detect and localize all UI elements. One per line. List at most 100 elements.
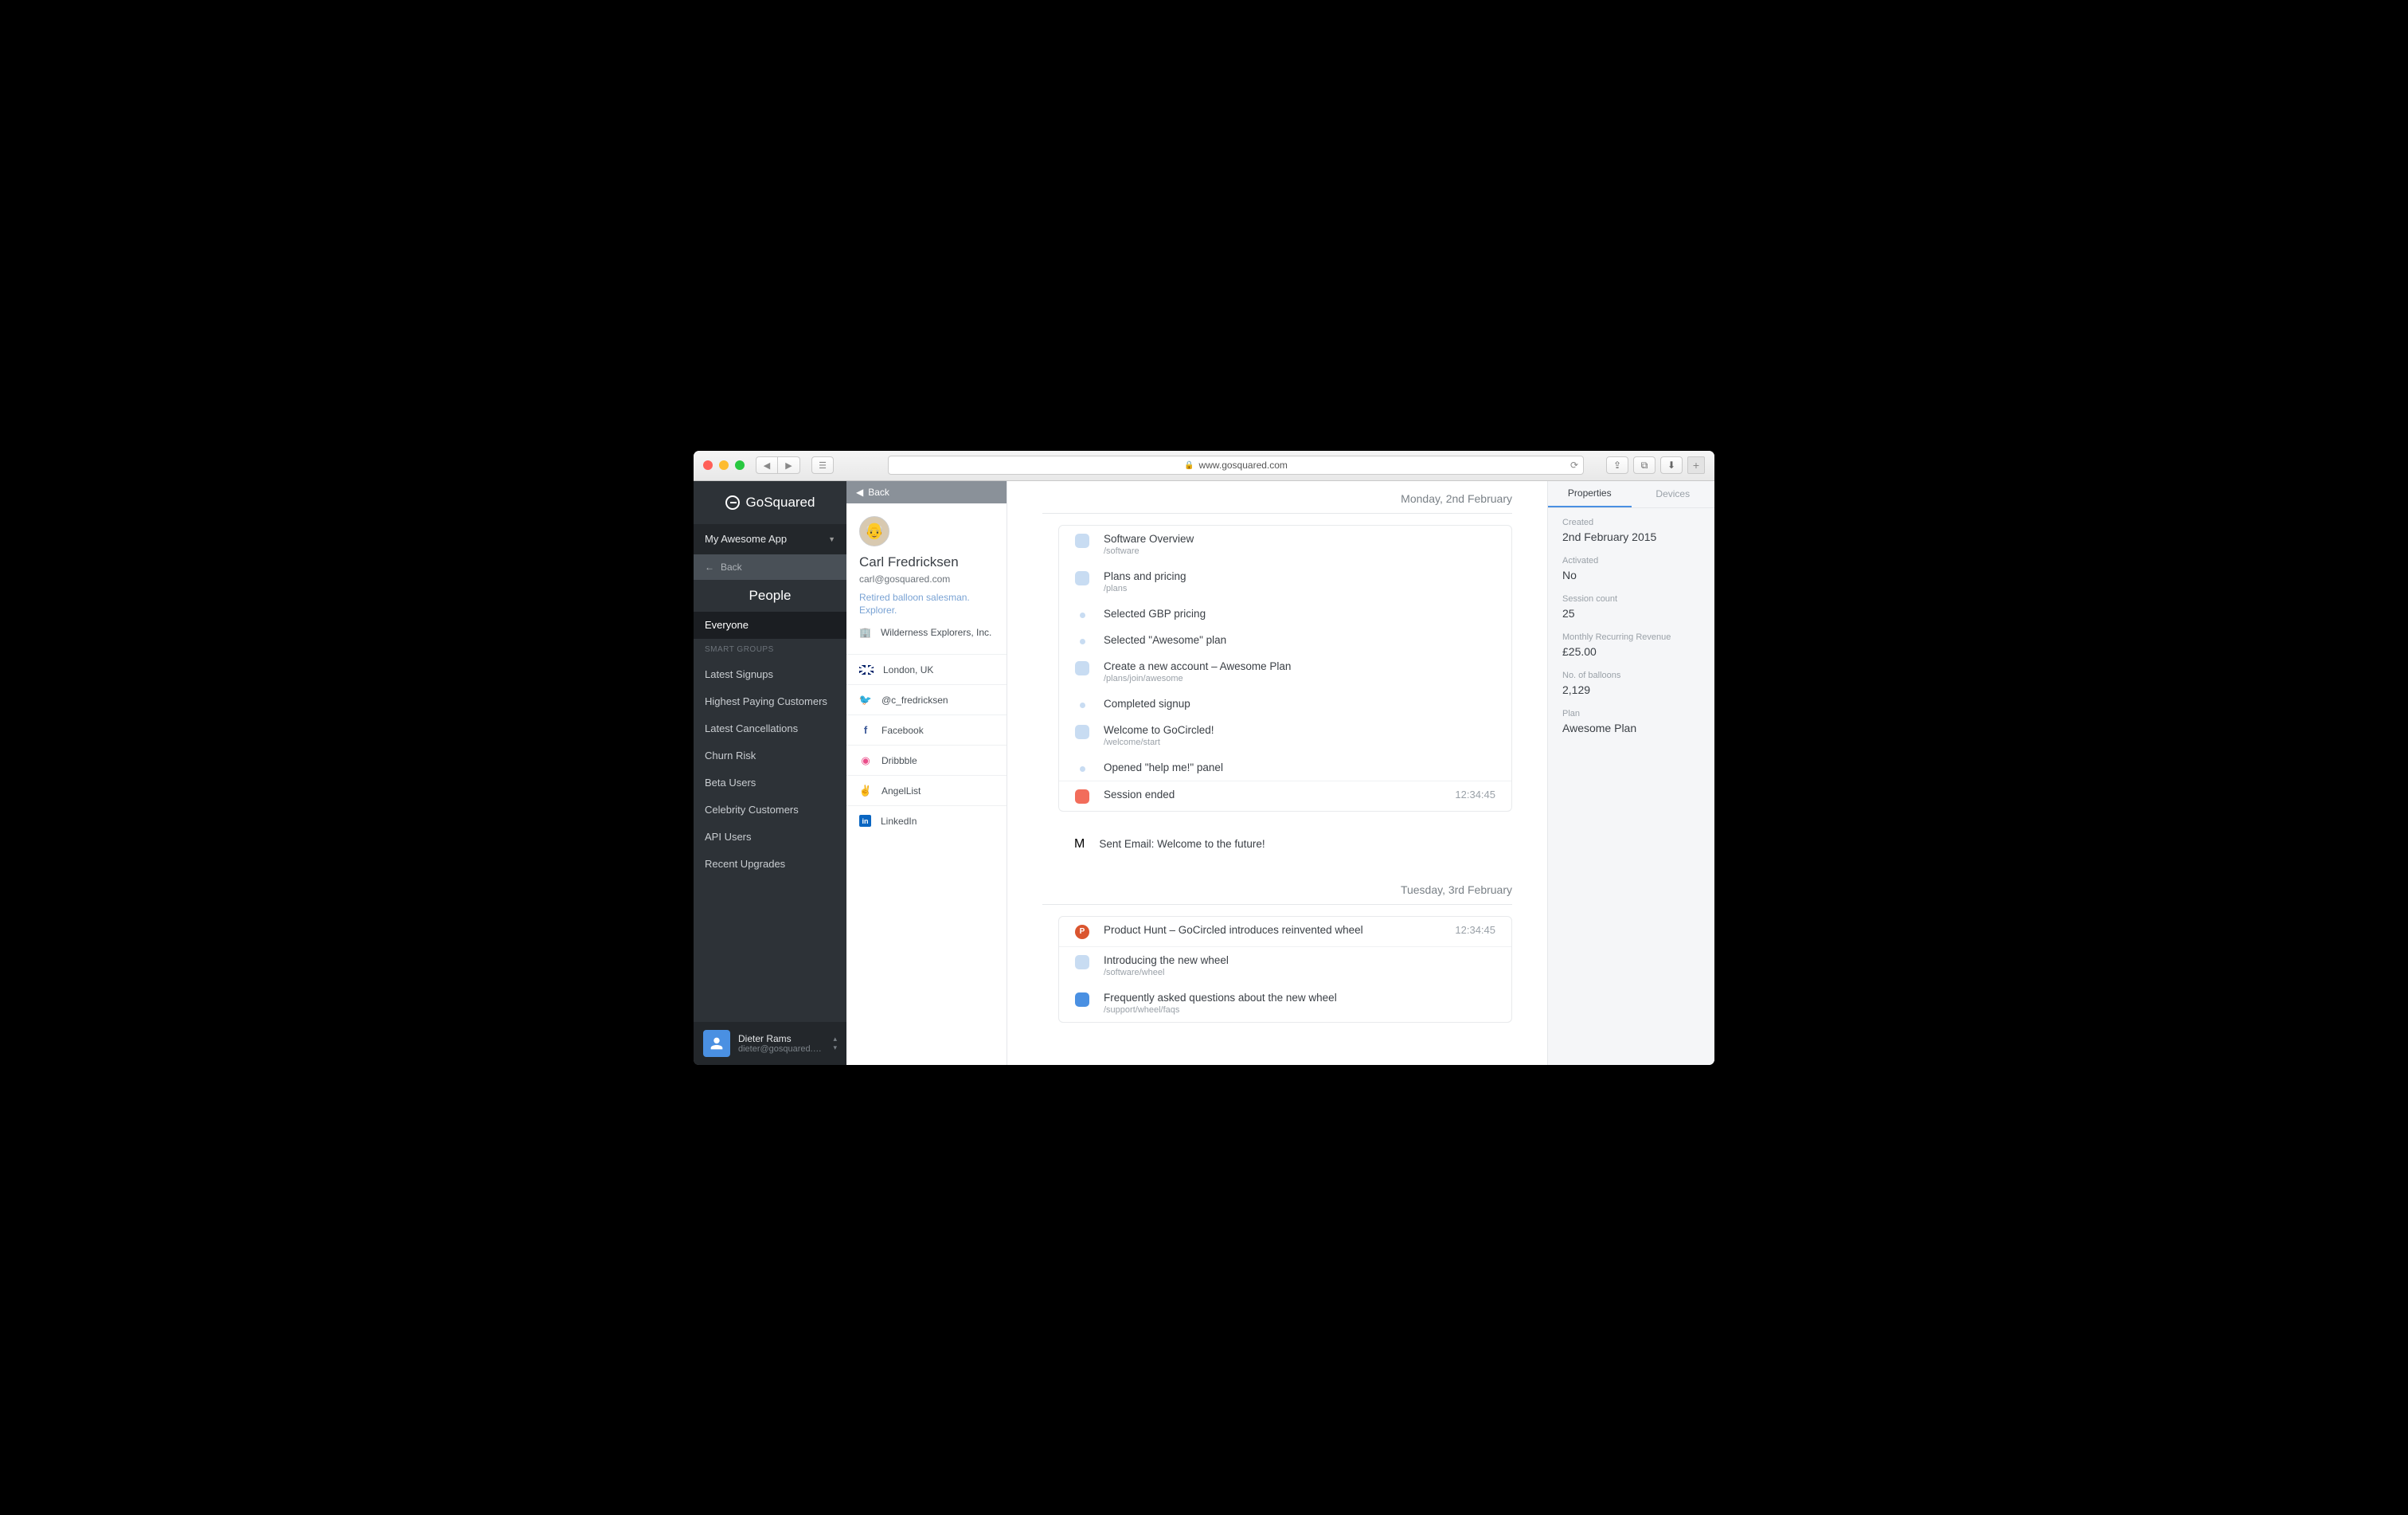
sidebar-back[interactable]: ← Back	[694, 554, 846, 580]
property-value: Awesome Plan	[1562, 722, 1700, 734]
profile-link-label: @c_fredricksen	[882, 695, 948, 706]
event-title: Software Overview	[1104, 533, 1495, 545]
profile-avatar: 👴	[859, 516, 889, 546]
event-title: Selected "Awesome" plan	[1104, 634, 1495, 646]
section-title: People	[694, 580, 846, 612]
url-bar[interactable]: 🔒 www.gosquared.com ⟳	[888, 456, 1584, 475]
timeline-event[interactable]: MSent Email: Welcome to the future!	[1042, 832, 1512, 856]
close-window-icon[interactable]	[703, 460, 713, 470]
current-user[interactable]: Dieter Rams dieter@gosquared.… ▴▾	[694, 1022, 846, 1065]
expand-icon: ▴▾	[833, 1035, 837, 1052]
timeline-event[interactable]: PProduct Hunt – GoCircled introduces rei…	[1059, 917, 1511, 946]
smart-groups-header: SMART GROUPS	[694, 639, 846, 661]
profile-link-label: Dribbble	[882, 755, 917, 766]
property-value: £25.00	[1562, 645, 1700, 658]
page-icon	[1075, 992, 1089, 1007]
arrow-left-icon: ←	[705, 562, 714, 573]
brand-icon	[725, 495, 740, 510]
event-path: /software	[1104, 546, 1495, 556]
timeline-event[interactable]: Opened "help me!" panel	[1059, 754, 1511, 781]
tab-devices[interactable]: Devices	[1632, 481, 1715, 507]
timeline-event[interactable]: Session ended 12:34:45	[1059, 781, 1511, 811]
timeline-event[interactable]: Frequently asked questions about the new…	[1059, 985, 1511, 1022]
maximize-window-icon[interactable]	[735, 460, 745, 470]
reload-icon[interactable]: ⟳	[1570, 460, 1578, 471]
browser-back-button[interactable]: ◀	[756, 456, 778, 474]
event-path: /support/wheel/faqs	[1104, 1005, 1495, 1015]
event-time: 12:34:45	[1455, 924, 1495, 936]
sidebar-item[interactable]: Celebrity Customers	[694, 797, 846, 824]
share-button[interactable]: ⇪	[1606, 456, 1628, 474]
event-title: Frequently asked questions about the new…	[1104, 992, 1495, 1004]
event-title: Plans and pricing	[1104, 570, 1495, 582]
timeline-event[interactable]: Plans and pricing/plans	[1059, 563, 1511, 601]
url-text: www.gosquared.com	[1199, 460, 1288, 471]
timeline-event[interactable]: Welcome to GoCircled!/welcome/start	[1059, 717, 1511, 754]
browser-forward-button[interactable]: ▶	[778, 456, 800, 474]
property-label: Monthly Recurring Revenue	[1562, 632, 1700, 642]
timeline-event[interactable]: Create a new account – Awesome Plan/plan…	[1059, 653, 1511, 691]
session-end-icon	[1075, 789, 1089, 804]
sidebar-item[interactable]: Churn Risk	[694, 742, 846, 769]
brand[interactable]: GoSquared	[694, 481, 846, 524]
event-dot-icon	[1080, 613, 1085, 618]
flag-uk-icon	[859, 665, 874, 675]
sidebar-item[interactable]: Everyone	[694, 612, 846, 639]
sidebar-item[interactable]: Latest Signups	[694, 661, 846, 688]
sidebar-item[interactable]: Recent Upgrades	[694, 851, 846, 878]
profile-link[interactable]: London, UK	[846, 654, 1007, 684]
profile-link[interactable]: 🐦@c_fredricksen	[846, 684, 1007, 714]
property-item: Monthly Recurring Revenue £25.00	[1548, 623, 1714, 661]
sidebar-item[interactable]: Highest Paying Customers	[694, 688, 846, 715]
lock-icon: 🔒	[1184, 461, 1194, 470]
property-value: 25	[1562, 607, 1700, 620]
timeline-date: Tuesday, 3rd February	[1042, 872, 1512, 905]
event-title: Welcome to GoCircled!	[1104, 724, 1495, 736]
profile-link[interactable]: ✌AngelList	[846, 775, 1007, 805]
property-item: Created 2nd February 2015	[1548, 508, 1714, 546]
traffic-lights	[703, 460, 745, 470]
timeline-event[interactable]: Selected "Awesome" plan	[1059, 627, 1511, 653]
property-label: Activated	[1562, 556, 1700, 566]
timeline-event[interactable]: Selected GBP pricing	[1059, 601, 1511, 627]
tabs-button[interactable]: ⧉	[1633, 456, 1656, 474]
property-label: Created	[1562, 518, 1700, 527]
page-icon	[1075, 955, 1089, 969]
activity-timeline[interactable]: Monday, 2nd FebruarySoftware Overview/so…	[1007, 481, 1547, 1065]
sidebar-item[interactable]: Latest Cancellations	[694, 715, 846, 742]
app: GoSquared My Awesome App ▼ ← Back People…	[694, 481, 1714, 1065]
event-title: Opened "help me!" panel	[1104, 761, 1495, 773]
sidebar-toggle-button[interactable]: ☰	[811, 456, 834, 474]
sidebar-item[interactable]: Beta Users	[694, 769, 846, 797]
event-title: Session ended	[1104, 789, 1440, 801]
profile-back-button[interactable]: ◀ Back	[846, 481, 1007, 503]
timeline-event[interactable]: Introducing the new wheel/software/wheel	[1059, 946, 1511, 985]
property-value: No	[1562, 569, 1700, 581]
event-title: Create a new account – Awesome Plan	[1104, 660, 1495, 672]
sidebar-item[interactable]: API Users	[694, 824, 846, 851]
timeline-event[interactable]: Software Overview/software	[1059, 526, 1511, 563]
event-time: 12:34:45	[1455, 789, 1495, 801]
new-tab-button[interactable]: +	[1687, 456, 1705, 474]
tab-properties[interactable]: Properties	[1548, 481, 1632, 507]
profile-link[interactable]: fFacebook	[846, 714, 1007, 745]
event-title: Completed signup	[1104, 698, 1495, 710]
profile-link-label: London, UK	[883, 664, 933, 675]
property-value: 2nd February 2015	[1562, 530, 1700, 543]
chevron-left-icon: ◀	[856, 487, 863, 498]
property-value: 2,129	[1562, 683, 1700, 696]
current-user-name: Dieter Rams	[738, 1033, 825, 1044]
building-icon: 🏢	[859, 627, 871, 638]
timeline-event[interactable]: Completed signup	[1059, 691, 1511, 717]
profile-link[interactable]: inLinkedIn	[846, 805, 1007, 836]
minimize-window-icon[interactable]	[719, 460, 729, 470]
profile-link[interactable]: ◉Dribbble	[846, 745, 1007, 775]
sidebar: GoSquared My Awesome App ▼ ← Back People…	[694, 481, 846, 1065]
downloads-button[interactable]: ⬇	[1660, 456, 1683, 474]
event-title: Selected GBP pricing	[1104, 608, 1495, 620]
chevron-down-icon: ▼	[828, 535, 835, 543]
event-path: /plans	[1104, 584, 1495, 593]
app-selector[interactable]: My Awesome App ▼	[694, 524, 846, 554]
app-selector-label: My Awesome App	[705, 533, 787, 545]
profile-company-label: Wilderness Explorers, Inc.	[881, 627, 991, 638]
